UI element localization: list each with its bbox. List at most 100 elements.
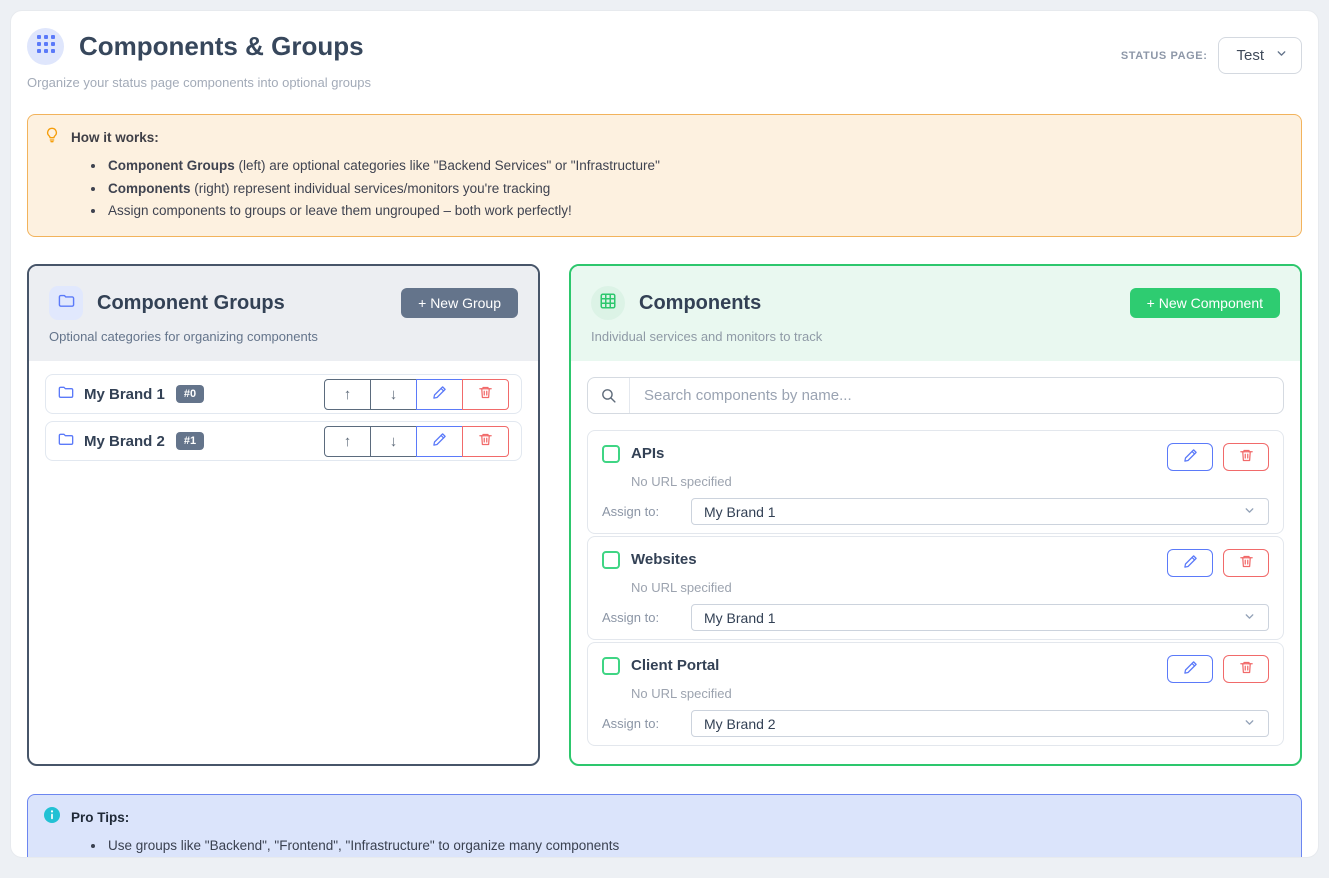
- components-subtitle: Individual services and monitors to trac…: [591, 329, 1280, 344]
- component-search: [587, 377, 1284, 414]
- components-header: Components + New Component Individual se…: [571, 266, 1300, 361]
- component-groups-subtitle: Optional categories for organizing compo…: [49, 329, 518, 344]
- status-page-select[interactable]: Test: [1218, 37, 1302, 74]
- assign-group-select[interactable]: My Brand 1: [691, 604, 1269, 631]
- move-group-up-button[interactable]: ↑: [324, 426, 371, 457]
- how-it-works-list: Component Groups (left) are optional cat…: [44, 155, 1285, 223]
- edit-group-button[interactable]: [416, 426, 463, 457]
- how-it-works-item-bold: Components: [108, 181, 191, 196]
- component-checkbox[interactable]: [602, 445, 620, 463]
- component-actions: [1167, 443, 1269, 471]
- component-name: Client Portal: [631, 657, 719, 674]
- component-name: APIs: [631, 445, 664, 462]
- move-group-up-button[interactable]: ↑: [324, 379, 371, 410]
- component-name: Websites: [631, 551, 697, 568]
- chevron-down-icon: [1275, 47, 1288, 64]
- edit-component-button[interactable]: [1167, 549, 1213, 577]
- page-subtitle: Organize your status page components int…: [27, 75, 371, 90]
- pencil-icon: [1183, 554, 1198, 572]
- pro-tips-list: Use groups like "Backend", "Frontend", "…: [44, 835, 1285, 858]
- page-header: Components & Groups Organize your status…: [27, 28, 1302, 90]
- trash-icon: [478, 385, 493, 404]
- new-component-button[interactable]: + New Component: [1130, 288, 1280, 318]
- how-it-works-box: How it works: Component Groups (left) ar…: [27, 114, 1302, 237]
- move-group-down-button[interactable]: ↓: [370, 426, 417, 457]
- table-grid-icon: [599, 292, 617, 315]
- new-group-button[interactable]: + New Group: [401, 288, 518, 318]
- delete-group-button[interactable]: [462, 379, 509, 410]
- how-it-works-item: Component Groups (left) are optional cat…: [106, 155, 1285, 178]
- component-url-status: No URL specified: [631, 686, 1269, 701]
- component-list: APIs: [587, 430, 1284, 746]
- pencil-icon: [432, 385, 447, 404]
- chevron-down-icon: [1243, 716, 1256, 732]
- lightbulb-icon: [44, 127, 60, 148]
- group-actions: ↑ ↓: [324, 426, 509, 457]
- assign-group-select[interactable]: My Brand 2: [691, 710, 1269, 737]
- component-actions: [1167, 549, 1269, 577]
- trash-icon: [478, 432, 493, 451]
- move-group-down-button[interactable]: ↓: [370, 379, 417, 410]
- pro-tips-title: Pro Tips:: [71, 810, 129, 825]
- assign-to-label: Assign to:: [602, 716, 691, 731]
- trash-icon: [1239, 660, 1254, 678]
- trash-icon: [1239, 448, 1254, 466]
- how-it-works-item: Assign components to groups or leave the…: [106, 200, 1285, 223]
- pencil-icon: [1183, 448, 1198, 466]
- group-name: My Brand 2: [84, 433, 165, 450]
- delete-component-button[interactable]: [1223, 549, 1269, 577]
- group-order-badge: #1: [176, 432, 204, 450]
- group-order-badge: #0: [176, 385, 204, 403]
- edit-group-button[interactable]: [416, 379, 463, 410]
- pencil-icon: [1183, 660, 1198, 678]
- component-groups-panel: Component Groups + New Group Optional ca…: [27, 264, 540, 766]
- chevron-down-icon: [1243, 610, 1256, 626]
- folder-icon: [58, 432, 74, 451]
- delete-component-button[interactable]: [1223, 655, 1269, 683]
- component-card: APIs: [587, 430, 1284, 534]
- component-actions: [1167, 655, 1269, 683]
- pencil-icon: [432, 432, 447, 451]
- component-checkbox[interactable]: [602, 551, 620, 569]
- component-search-input[interactable]: [630, 378, 1283, 413]
- components-title: Components: [639, 292, 761, 315]
- component-groups-title: Component Groups: [97, 292, 285, 315]
- info-icon: [44, 807, 60, 828]
- delete-group-button[interactable]: [462, 426, 509, 457]
- group-row: My Brand 1 #0 ↑ ↓: [45, 374, 522, 414]
- grid-dots-icon: [37, 35, 55, 58]
- pro-tips-item: Use groups like "Backend", "Frontend", "…: [106, 835, 1285, 858]
- components-body: APIs: [571, 361, 1300, 764]
- assign-group-select[interactable]: My Brand 1: [691, 498, 1269, 525]
- component-groups-header: Component Groups + New Group Optional ca…: [29, 266, 538, 361]
- assign-group-value: My Brand 1: [704, 610, 776, 626]
- component-url-status: No URL specified: [631, 474, 1269, 489]
- component-card: Client Portal: [587, 642, 1284, 746]
- folder-icon: [58, 293, 75, 313]
- status-page-control: STATUS PAGE: Test: [1121, 37, 1302, 74]
- component-checkbox[interactable]: [602, 657, 620, 675]
- edit-component-button[interactable]: [1167, 655, 1213, 683]
- group-row: My Brand 2 #1 ↑ ↓: [45, 421, 522, 461]
- assign-to-label: Assign to:: [602, 610, 691, 625]
- folder-badge: [49, 286, 83, 320]
- assign-group-value: My Brand 2: [704, 716, 776, 732]
- folder-icon: [58, 385, 74, 404]
- pro-tips-box: Pro Tips: Use groups like "Backend", "Fr…: [27, 794, 1302, 858]
- grid-badge: [591, 286, 625, 320]
- component-card: Websites: [587, 536, 1284, 640]
- how-it-works-title: How it works:: [71, 130, 159, 145]
- status-page-value: Test: [1236, 47, 1264, 64]
- search-icon: [588, 378, 630, 413]
- edit-component-button[interactable]: [1167, 443, 1213, 471]
- page-title: Components & Groups: [79, 31, 364, 62]
- how-it-works-item-text: Assign components to groups or leave the…: [108, 203, 572, 218]
- how-it-works-item-bold: Component Groups: [108, 158, 235, 173]
- assign-group-value: My Brand 1: [704, 504, 776, 520]
- delete-component-button[interactable]: [1223, 443, 1269, 471]
- status-page-label: STATUS PAGE:: [1121, 50, 1208, 62]
- page-header-left: Components & Groups Organize your status…: [27, 28, 371, 90]
- trash-icon: [1239, 554, 1254, 572]
- how-it-works-item: Components (right) represent individual …: [106, 178, 1285, 201]
- how-it-works-item-text: (left) are optional categories like "Bac…: [235, 158, 660, 173]
